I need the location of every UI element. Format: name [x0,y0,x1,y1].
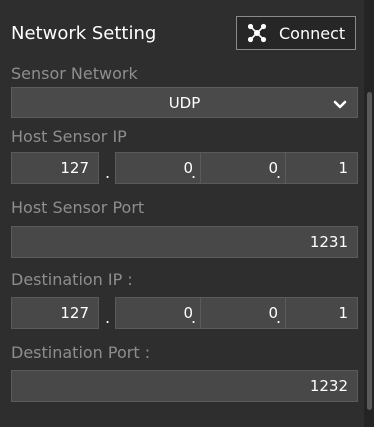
ip-dot-separator: . [276,308,282,327]
network-nodes-icon [247,23,267,43]
ip-dot-separator: . [191,163,197,182]
ip-dot-separator: . [105,163,111,182]
sensor-network-value: UDP [168,94,201,112]
connect-button[interactable]: Connect [236,16,356,50]
host-ip-octet-3[interactable]: 0 [200,152,288,184]
destination-ip-label: Destination IP : [11,270,133,289]
chevron-down-icon [333,96,347,115]
host-sensor-port-input[interactable]: 1231 [11,226,358,258]
dest-ip-octet-3[interactable]: 0 [200,297,288,329]
destination-port-input[interactable]: 1232 [11,370,358,402]
dest-ip-octet-2[interactable]: 0 [115,297,203,329]
panel-title: Network Setting [11,23,157,44]
host-sensor-ip-row: 127 . 0 . 0 . 1 [11,152,359,184]
ip-dot-separator: . [105,308,111,327]
destination-port-label: Destination Port : [11,343,151,362]
host-ip-octet-2[interactable]: 0 [115,152,203,184]
ip-dot-separator: . [191,308,197,327]
ip-dot-separator: . [276,163,282,182]
connect-button-label: Connect [279,23,346,43]
network-setting-panel: Network Setting Connect Sensor Network U… [0,0,374,427]
dest-ip-octet-4[interactable]: 1 [285,297,358,329]
host-ip-octet-4[interactable]: 1 [285,152,358,184]
host-sensor-port-label: Host Sensor Port [11,198,145,217]
sensor-network-select[interactable]: UDP [11,87,358,118]
dest-ip-octet-1[interactable]: 127 [11,297,99,329]
sensor-network-label: Sensor Network [11,64,138,83]
scrollbar-thumb[interactable] [367,92,372,410]
destination-ip-row: 127 . 0 . 0 . 1 [11,297,359,329]
host-sensor-ip-label: Host Sensor IP [11,127,127,146]
host-ip-octet-1[interactable]: 127 [11,152,99,184]
